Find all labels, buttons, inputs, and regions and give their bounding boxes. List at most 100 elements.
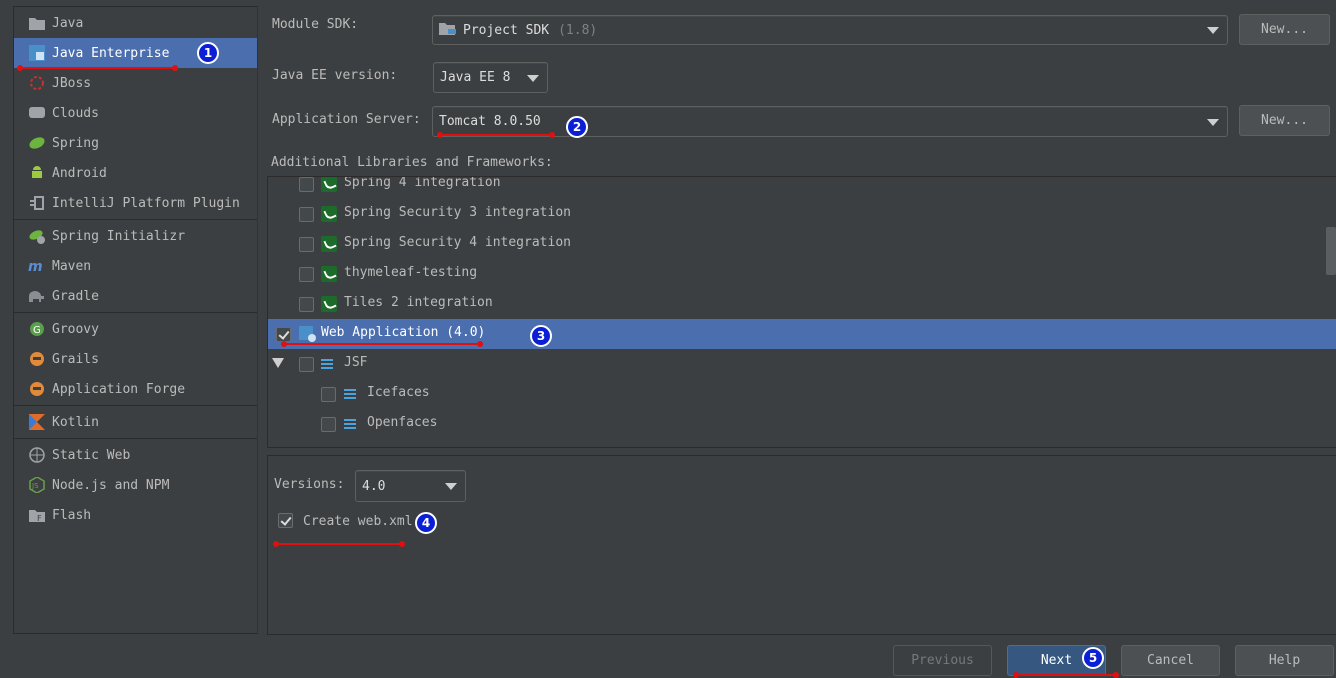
- jboss-icon: [28, 74, 46, 92]
- new-sdk-button[interactable]: New...: [1239, 14, 1330, 45]
- svg-text:F: F: [37, 514, 42, 522]
- flash-folder-icon: F: [28, 506, 46, 524]
- annotation-underline: [17, 65, 178, 71]
- framework-checkbox[interactable]: [299, 207, 314, 222]
- jsf-icon: [321, 357, 335, 371]
- scrollbar-thumb[interactable]: [1326, 227, 1336, 275]
- framework-checkbox[interactable]: [299, 267, 314, 282]
- annotation-badge: 3: [530, 325, 552, 347]
- sidebar-item-nodejs[interactable]: JS Node.js and NPM: [14, 470, 257, 500]
- plugin-icon: [28, 194, 46, 212]
- gradle-elephant-icon: [28, 287, 46, 305]
- annotation-badge: 2: [566, 116, 588, 138]
- list-item[interactable]: Openfaces: [268, 409, 1336, 439]
- list-item[interactable]: Spring 4 integration: [268, 177, 1336, 199]
- grails-icon: [28, 350, 46, 368]
- create-webxml-label: Create web.xml: [303, 514, 413, 529]
- nodejs-icon: JS: [28, 476, 46, 494]
- sidebar-separator: [14, 438, 257, 439]
- module-sdk-label: Module SDK:: [272, 17, 359, 32]
- help-button[interactable]: Help: [1235, 645, 1334, 676]
- module-sdk-combo[interactable]: Project SDK (1.8): [432, 15, 1228, 45]
- create-webxml-checkbox[interactable]: [278, 513, 293, 528]
- web-application-checkbox[interactable]: [276, 327, 291, 342]
- cancel-button[interactable]: Cancel: [1121, 645, 1220, 676]
- sidebar-item-static-web[interactable]: Static Web: [14, 440, 257, 470]
- android-icon: [28, 164, 46, 182]
- chevron-down-icon: [527, 74, 539, 82]
- sidebar-item-spring[interactable]: Spring: [14, 128, 257, 158]
- framework-checkbox[interactable]: [299, 177, 314, 192]
- sidebar-item-java[interactable]: Java: [14, 8, 257, 38]
- sidebar-item-android[interactable]: Android: [14, 158, 257, 188]
- annotation-badge: 5: [1082, 647, 1104, 669]
- spring-icon: [321, 177, 337, 192]
- sidebar-item-gradle[interactable]: Gradle: [14, 281, 257, 311]
- spring-icon: [321, 236, 337, 252]
- annotation-underline: [437, 132, 555, 138]
- sidebar-item-spring-initializr[interactable]: Spring Initializr: [14, 221, 257, 251]
- annotation-underline: [281, 341, 483, 347]
- sidebar-separator: [14, 405, 257, 406]
- chevron-down-icon: [445, 483, 457, 490]
- sidebar-separator: [14, 312, 257, 313]
- sidebar-item-application-forge[interactable]: Application Forge: [14, 374, 257, 404]
- module-sdk-value: Project SDK: [463, 22, 550, 38]
- versions-value: 4.0: [362, 478, 386, 494]
- svg-text:G: G: [33, 325, 41, 336]
- sidebar-separator: [14, 219, 257, 220]
- annotation-underline: [273, 541, 405, 547]
- framework-checkbox[interactable]: [299, 357, 314, 372]
- list-item-jsf[interactable]: JSF: [268, 349, 1336, 379]
- framework-checkbox[interactable]: [299, 297, 314, 312]
- spring-icon: [321, 296, 337, 312]
- sidebar-item-kotlin[interactable]: Kotlin: [14, 407, 257, 437]
- forge-icon: [28, 380, 46, 398]
- sidebar-item-java-enterprise[interactable]: Java Enterprise: [14, 38, 257, 68]
- cloud-icon: [28, 104, 46, 122]
- framework-checkbox[interactable]: [321, 387, 336, 402]
- jsf-icon: [344, 417, 358, 431]
- additional-libraries-label: Additional Libraries and Frameworks:: [271, 155, 553, 170]
- javaee-version-label: Java EE version:: [272, 68, 398, 83]
- chevron-down-icon: [1207, 118, 1219, 126]
- app-server-label: Application Server:: [272, 112, 421, 127]
- new-server-button[interactable]: New...: [1239, 105, 1330, 136]
- versions-combo[interactable]: 4.0: [355, 470, 466, 502]
- sidebar-item-clouds[interactable]: Clouds: [14, 98, 257, 128]
- list-item[interactable]: Icefaces: [268, 379, 1336, 409]
- framework-checkbox[interactable]: [299, 237, 314, 252]
- framework-checkbox[interactable]: [321, 417, 336, 432]
- globe-icon: [28, 446, 46, 464]
- sidebar-item-groovy[interactable]: G Groovy: [14, 314, 257, 344]
- groovy-icon: G: [28, 320, 46, 338]
- app-server-value: Tomcat 8.0.50: [439, 114, 541, 129]
- list-item[interactable]: Spring Security 4 integration: [268, 229, 1336, 259]
- folder-icon: [28, 14, 46, 32]
- module-sdk-version: (1.8): [558, 22, 598, 38]
- spring-icon: [321, 266, 337, 282]
- versions-label: Versions:: [274, 477, 345, 492]
- chevron-down-icon: [1207, 27, 1219, 34]
- annotation-badge: 1: [197, 42, 219, 64]
- svg-text:m: m: [28, 259, 43, 273]
- expand-arrow-icon[interactable]: [272, 358, 284, 368]
- sidebar-item-flash[interactable]: F Flash: [14, 500, 257, 530]
- spring-leaf-icon: [28, 134, 46, 152]
- kotlin-icon: [28, 413, 46, 431]
- previous-button[interactable]: Previous: [893, 645, 992, 676]
- project-type-sidebar: Java Java Enterprise JBoss Clouds Spring…: [13, 6, 258, 634]
- list-item[interactable]: Spring Security 3 integration: [268, 199, 1336, 229]
- svg-text:JS: JS: [31, 482, 39, 490]
- list-item[interactable]: Tiles 2 integration: [268, 289, 1336, 319]
- list-item[interactable]: thymeleaf-testing: [268, 259, 1336, 289]
- spring-icon: [321, 206, 337, 222]
- maven-icon: m: [28, 257, 46, 275]
- javaee-version-combo[interactable]: Java EE 8: [433, 62, 548, 93]
- sidebar-item-jboss[interactable]: JBoss: [14, 68, 257, 98]
- sidebar-item-grails[interactable]: Grails: [14, 344, 257, 374]
- sidebar-item-intellij-platform-plugin[interactable]: IntelliJ Platform Plugin: [14, 188, 257, 218]
- sidebar-item-maven[interactable]: m Maven: [14, 251, 257, 281]
- frameworks-tree[interactable]: Spring 4 integration Spring Security 3 i…: [267, 176, 1336, 448]
- java-enterprise-icon: [28, 44, 46, 62]
